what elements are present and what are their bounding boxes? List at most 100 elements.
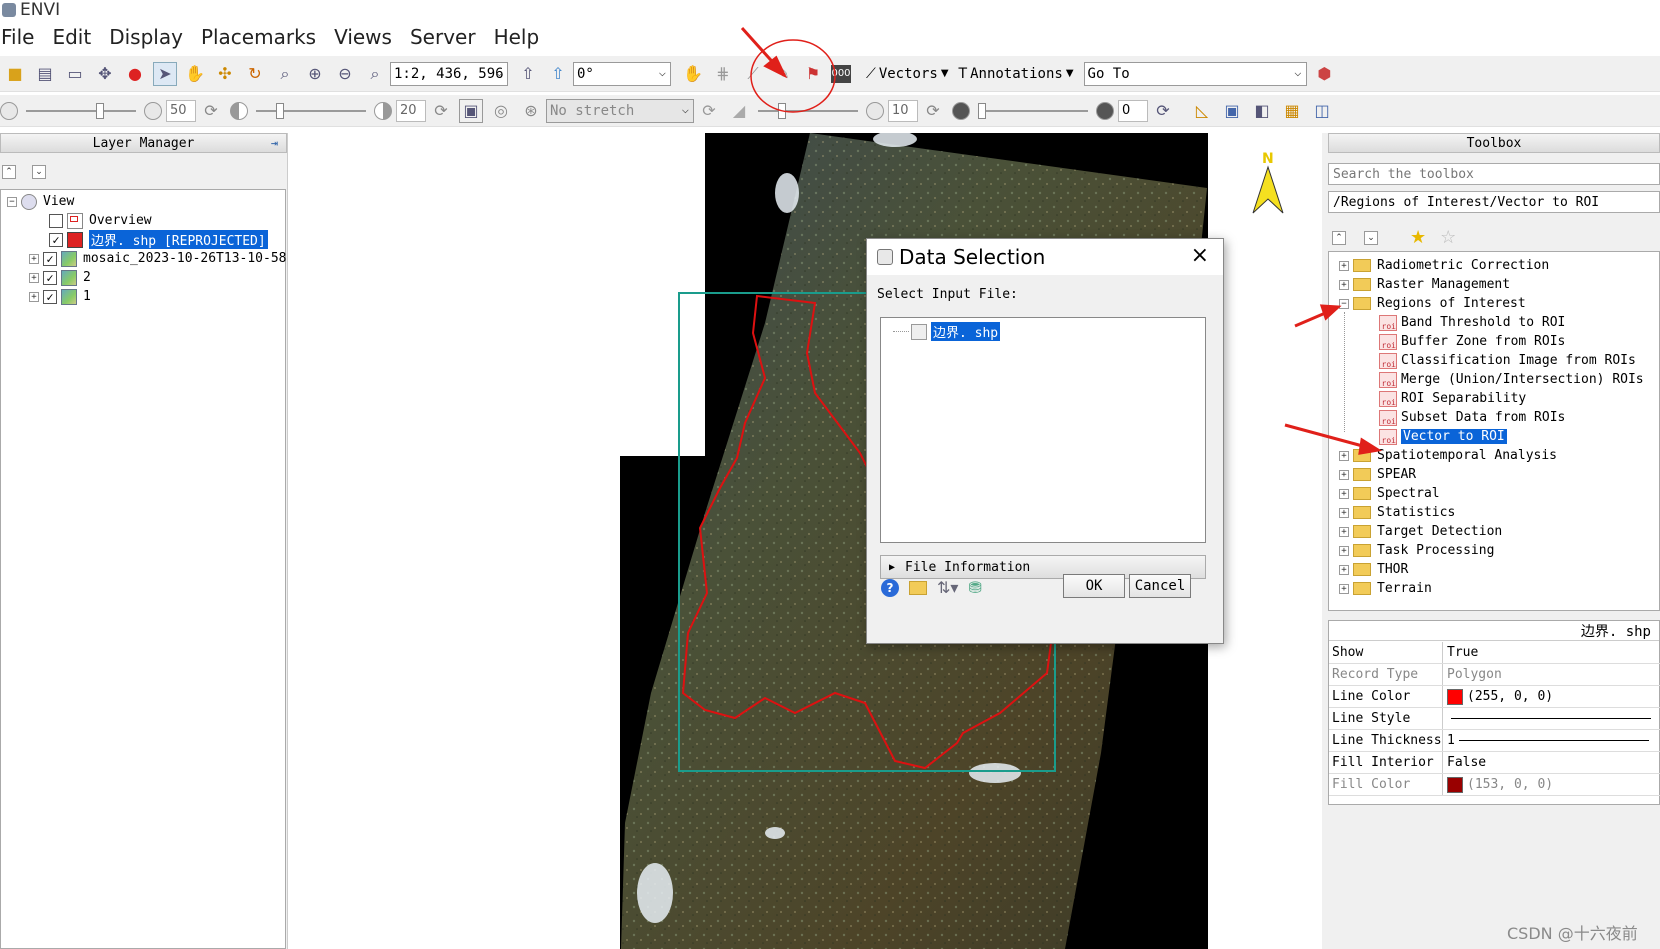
- contrast-max-icon[interactable]: [374, 101, 392, 120]
- brightness-slider[interactable]: [26, 101, 136, 121]
- expand-icon[interactable]: +: [1339, 260, 1349, 271]
- open-file-icon[interactable]: [909, 580, 927, 595]
- prop-value[interactable]: True: [1443, 642, 1660, 663]
- tool-band-threshold-to-roi[interactable]: roi Band Threshold to ROI: [1379, 313, 1565, 332]
- tree-row-mosaic[interactable]: + ✓ mosaic_2023-10-26T13-10-58: [29, 249, 287, 268]
- sharpen-slider[interactable]: [758, 101, 858, 121]
- menu-server[interactable]: Server: [401, 25, 485, 49]
- reset-stretch-icon[interactable]: ⟳: [697, 99, 721, 123]
- scale-combo[interactable]: 1:2, 436, 596 ⌵: [390, 61, 508, 86]
- select-arrow-icon[interactable]: ➤: [153, 61, 177, 86]
- brightness-value[interactable]: 50: [166, 99, 196, 122]
- remote-data-icon[interactable]: ⛃: [968, 578, 981, 597]
- folder-terrain[interactable]: + Terrain: [1339, 579, 1432, 598]
- shapefile-checkbox[interactable]: ✓: [49, 232, 63, 247]
- ruler-icon[interactable]: ◺: [1190, 99, 1214, 123]
- sharpen-max-icon[interactable]: [866, 101, 884, 120]
- expand-icon[interactable]: +: [1339, 583, 1349, 594]
- zoom-in-icon[interactable]: ⊕: [303, 62, 327, 86]
- folder-regions-of-interest[interactable]: − Regions of Interest: [1339, 294, 1526, 313]
- data-manager-icon[interactable]: ▤: [33, 62, 57, 86]
- toolbox-search-input[interactable]: Search the toolbox: [1328, 163, 1660, 185]
- line-color-swatch[interactable]: [1447, 688, 1463, 705]
- full-extent-icon[interactable]: ✥: [93, 62, 117, 86]
- sharpen-icon[interactable]: ◢: [727, 99, 751, 123]
- rotate-icon[interactable]: ↻: [243, 62, 267, 86]
- prop-line-thickness[interactable]: Line Thickness 1: [1329, 730, 1660, 752]
- file-list[interactable]: 边界. shp: [880, 317, 1206, 543]
- view-swipe-icon[interactable]: ◫: [1310, 99, 1334, 123]
- reset-transparency-icon[interactable]: ⟳: [1151, 99, 1175, 123]
- transparency-max-icon[interactable]: [1096, 101, 1114, 120]
- goto-combo[interactable]: Go To ⌵: [1083, 61, 1307, 86]
- file-list-item[interactable]: 边界. shp: [893, 322, 1001, 341]
- menu-views[interactable]: Views: [325, 25, 401, 49]
- expand-icon[interactable]: +: [29, 272, 39, 283]
- crosshairs-icon[interactable]: ⋕: [711, 62, 735, 86]
- spatial-subset-icon[interactable]: ⇅▾: [937, 578, 958, 597]
- goto-go-icon[interactable]: ⬢: [1313, 62, 1337, 86]
- folder-spear[interactable]: + SPEAR: [1339, 465, 1416, 484]
- folder-radiometric-correction[interactable]: + Radiometric Correction: [1339, 256, 1549, 275]
- transparency-slider[interactable]: [978, 101, 1088, 121]
- cancel-button[interactable]: Cancel: [1129, 574, 1191, 598]
- cursor-value-icon[interactable]: ✋: [681, 62, 705, 86]
- menu-display[interactable]: Display: [100, 25, 192, 49]
- layer-2-checkbox[interactable]: ✓: [43, 270, 57, 285]
- tree-row-overview[interactable]: Overview: [49, 211, 152, 230]
- tool-subset-data-from-rois[interactable]: roi Subset Data from ROIs: [1379, 408, 1565, 427]
- folder-statistics[interactable]: + Statistics: [1339, 503, 1455, 522]
- expand-icon[interactable]: +: [1339, 564, 1349, 575]
- menu-help[interactable]: Help: [485, 25, 549, 49]
- mosaic-checkbox[interactable]: ✓: [43, 251, 57, 266]
- tool-merge-rois[interactable]: roi Merge (Union/Intersection) ROIs: [1379, 370, 1644, 389]
- prop-line-style[interactable]: Line Style: [1329, 708, 1660, 730]
- brightness-max-icon[interactable]: [144, 101, 162, 120]
- menu-placemarks[interactable]: Placemarks: [192, 25, 325, 49]
- roi-tool-icon[interactable]: ⚑: [801, 62, 825, 86]
- stretch-combo[interactable]: No stretch ⌵: [546, 98, 694, 123]
- display-icon[interactable]: ▭: [63, 62, 87, 86]
- stretch-histogram-icon[interactable]: ◎: [489, 99, 513, 123]
- expand-icon[interactable]: +: [1339, 279, 1349, 290]
- sharpen-target-icon[interactable]: ⊛: [519, 99, 543, 123]
- transparency-icon[interactable]: [952, 101, 970, 120]
- folder-raster-management[interactable]: + Raster Management: [1339, 275, 1510, 294]
- menu-file[interactable]: File: [0, 25, 43, 49]
- expand-all-icon[interactable]: ⌄: [1364, 230, 1378, 245]
- line-style-sample[interactable]: [1451, 718, 1651, 719]
- tree-row-shapefile[interactable]: ✓ 边界. shp [REPROJECTED]: [49, 230, 268, 249]
- ok-button[interactable]: OK: [1063, 574, 1125, 598]
- collapse-icon[interactable]: −: [7, 196, 17, 207]
- tool-classification-image-from-rois[interactable]: roi Classification Image from ROIs: [1379, 351, 1636, 370]
- expand-icon[interactable]: +: [1339, 469, 1349, 480]
- prop-fill-color[interactable]: Fill Color (153, 0, 0): [1329, 774, 1660, 796]
- tool-buffer-zone-from-rois[interactable]: roi Buffer Zone from ROIs: [1379, 332, 1565, 351]
- prop-show[interactable]: Show True: [1329, 642, 1660, 664]
- contrast-value[interactable]: 20: [396, 99, 426, 122]
- contrast-icon[interactable]: [230, 101, 248, 120]
- menu-edit[interactable]: Edit: [43, 25, 100, 49]
- measure-icon[interactable]: ⟋: [741, 62, 765, 86]
- expand-icon[interactable]: +: [1339, 488, 1349, 499]
- folder-task-processing[interactable]: + Task Processing: [1339, 541, 1494, 560]
- tool-vector-to-roi[interactable]: roi Vector to ROI: [1379, 427, 1507, 446]
- stretch-icon[interactable]: ▣: [459, 98, 483, 123]
- open-folder-icon[interactable]: ■: [3, 62, 27, 86]
- view-single-icon[interactable]: ▣: [1220, 99, 1244, 123]
- collapse-icon[interactable]: −: [1339, 298, 1349, 309]
- fly-icon[interactable]: ✣: [213, 62, 237, 86]
- transparency-value[interactable]: 0: [1118, 99, 1148, 122]
- expand-icon[interactable]: +: [1339, 450, 1349, 461]
- reset-contrast-icon[interactable]: ⟳: [429, 99, 453, 123]
- contrast-slider[interactable]: [256, 101, 366, 121]
- vectors-dropdown[interactable]: ⟋ Vectors ▼: [866, 66, 949, 82]
- expand-icon[interactable]: +: [29, 253, 39, 264]
- pin-panel-icon[interactable]: ⇥: [271, 136, 278, 150]
- point-count-icon[interactable]: 000: [831, 64, 851, 83]
- rotate-north-icon[interactable]: ⇧: [516, 62, 540, 86]
- tree-row-1[interactable]: + ✓ 1: [29, 287, 91, 306]
- tool-roi-separability[interactable]: roi ROI Separability: [1379, 389, 1526, 408]
- tree-row-view[interactable]: − View: [7, 192, 74, 211]
- prop-value[interactable]: False: [1443, 752, 1660, 773]
